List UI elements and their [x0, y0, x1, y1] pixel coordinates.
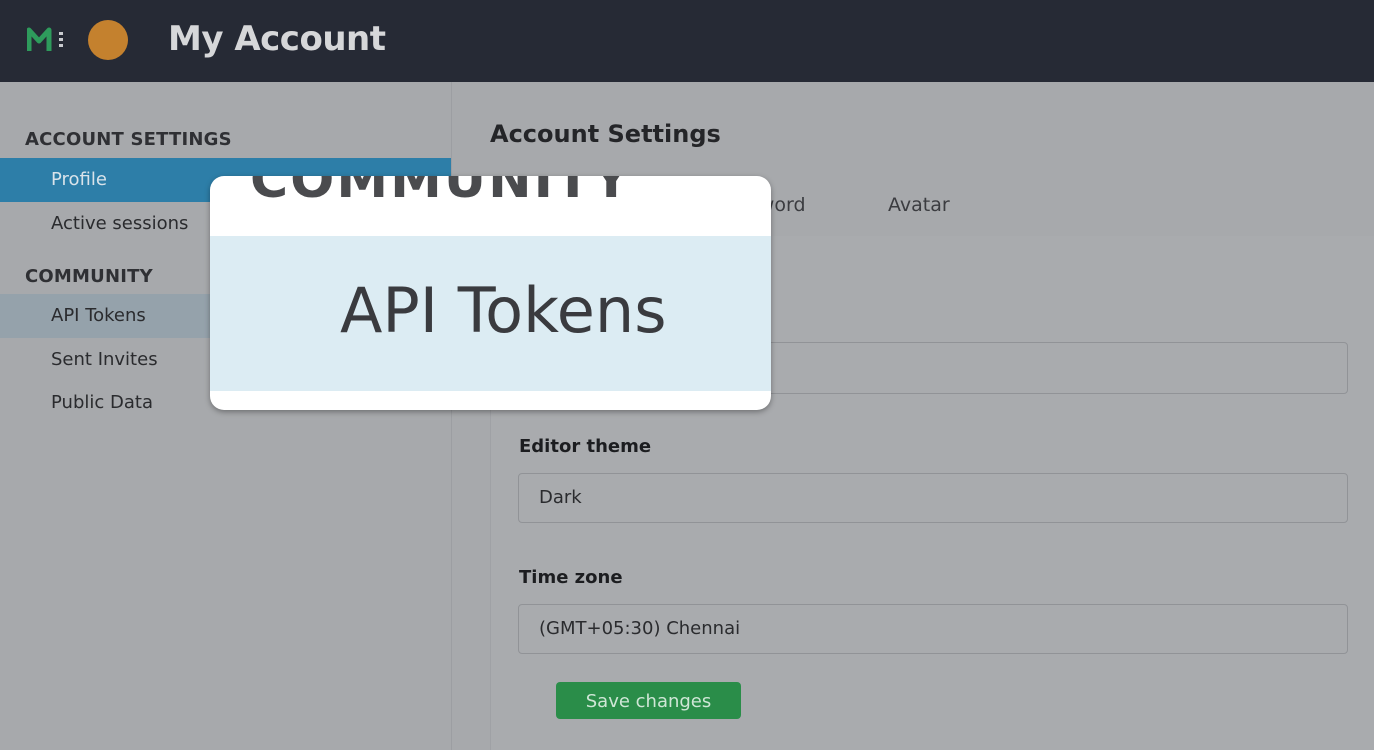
- page-title: My Account: [168, 19, 386, 59]
- save-changes-button[interactable]: Save changes: [556, 682, 741, 719]
- zoom-cut-heading: COMMUNITY: [250, 176, 633, 210]
- top-header: My Account: [0, 0, 1374, 82]
- time-zone-label: Time zone: [519, 567, 623, 588]
- editor-theme-select[interactable]: Dark: [518, 473, 1348, 523]
- sidebar-heading-community: COMMUNITY: [25, 266, 153, 287]
- zoom-callout: COMMUNITY API Tokens: [210, 176, 771, 410]
- sidebar-heading-account-settings: ACCOUNT SETTINGS: [25, 129, 232, 150]
- metabase-logo-icon[interactable]: [27, 27, 67, 53]
- time-zone-select[interactable]: (GMT+05:30) Chennai: [518, 604, 1348, 654]
- user-avatar[interactable]: [88, 20, 128, 60]
- tab-avatar[interactable]: Avatar: [888, 194, 950, 216]
- zoom-highlight-band: API Tokens: [210, 236, 771, 391]
- editor-theme-label: Editor theme: [519, 436, 652, 457]
- zoom-api-tokens-label: API Tokens: [340, 274, 667, 347]
- section-title: Account Settings: [490, 120, 721, 148]
